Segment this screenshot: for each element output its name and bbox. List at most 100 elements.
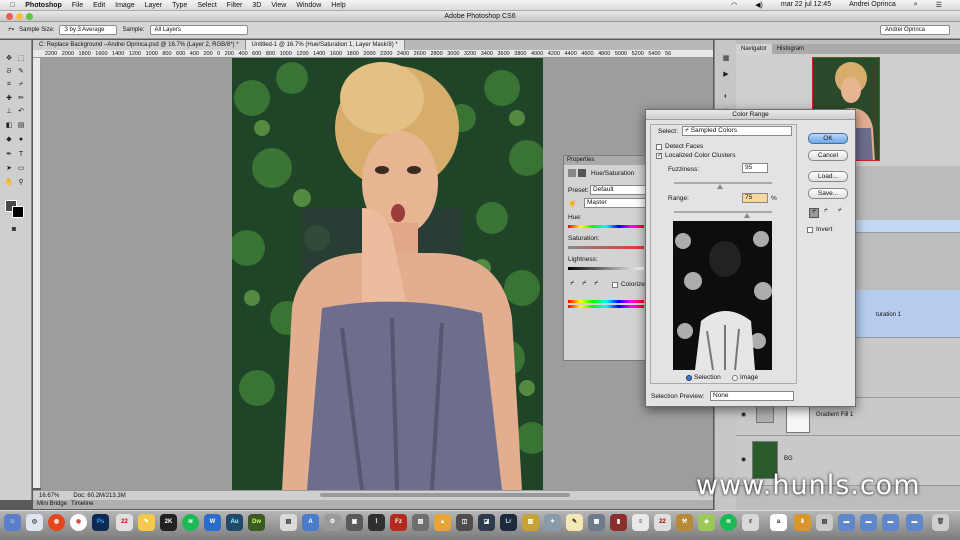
dodge-tool-icon[interactable]: ● (16, 135, 26, 144)
horizontal-scrollbar[interactable] (320, 493, 570, 497)
script-dock-icon[interactable]: ℓ (742, 514, 759, 531)
background-color-swatch[interactable] (12, 206, 24, 218)
zoom-window-button[interactable] (26, 13, 33, 20)
saturation-slider[interactable] (568, 246, 644, 249)
folder2-dock-icon[interactable]: ▬ (860, 514, 877, 531)
menu-3d[interactable]: 3D (252, 2, 261, 9)
preview-dock-icon[interactable]: ▤ (280, 514, 297, 531)
colorize-checkbox[interactable] (612, 282, 618, 288)
eyedropper-icon[interactable]: ⌿ (16, 80, 26, 89)
activity-monitor-dock-icon[interactable]: ⌇ (368, 514, 385, 531)
menu-image[interactable]: Image (115, 2, 134, 9)
shape-tool-icon[interactable]: ▭ (16, 164, 26, 173)
select-dropdown[interactable]: ⌿ Sampled Colors (682, 126, 792, 136)
camera-dock-icon[interactable]: ◪ (478, 514, 495, 531)
finder-dock-icon[interactable]: ☺ (4, 514, 21, 531)
filezilla-dock-icon[interactable]: Fz (390, 514, 407, 531)
utility-dock-icon[interactable]: ✦ (544, 514, 561, 531)
apple-menu-icon[interactable]:  (10, 2, 15, 9)
menubar-user[interactable]: Andrei Oprinca (849, 1, 896, 9)
trash-dock-icon[interactable]: 🗑 (932, 514, 949, 531)
wifi-icon[interactable]: ◠ (731, 1, 737, 9)
visibility-eye-icon[interactable]: ◉ (741, 411, 746, 418)
pen-tool-icon[interactable]: ✒ (4, 150, 14, 159)
spotlight-icon[interactable]: ⌕ (914, 1, 918, 9)
textedit-dock-icon[interactable]: ≡ (632, 514, 649, 531)
brush-tool-icon[interactable]: ✏ (16, 94, 26, 103)
swatches-panel-icon[interactable]: ◐ (721, 92, 731, 101)
sample-dropdown[interactable]: All Layers (149, 25, 248, 35)
target-hand-icon[interactable]: ☝ (568, 199, 577, 207)
photoshop-dock-icon[interactable]: Ps (92, 514, 109, 531)
selection-radio[interactable] (686, 375, 692, 381)
video-dock-icon[interactable]: ▮ (610, 514, 627, 531)
localized-clusters-checkbox[interactable]: ✓ (656, 153, 662, 159)
menu-type[interactable]: Type (172, 2, 187, 9)
eyedropper-icon[interactable]: ⌿ (809, 208, 819, 218)
calendar2-dock-icon[interactable]: 22 (654, 514, 671, 531)
zoom-tool-icon[interactable]: ⚲ (16, 178, 26, 187)
blur-tool-icon[interactable]: ◆ (4, 135, 14, 144)
archive-dock-icon[interactable]: ▧ (412, 514, 429, 531)
spotify-dock-icon[interactable]: ≋ (182, 514, 199, 531)
menu-help[interactable]: Help (331, 2, 345, 9)
word-dock-icon[interactable]: W (204, 514, 221, 531)
safari-dock-icon[interactable]: ◎ (26, 514, 43, 531)
lasso-tool-icon[interactable]: ᘐ (4, 67, 14, 76)
hue-slider[interactable] (568, 225, 644, 228)
audition-dock-icon[interactable]: Au (226, 514, 243, 531)
minimize-window-button[interactable] (16, 13, 23, 20)
image-capture-dock-icon[interactable]: ◫ (456, 514, 473, 531)
greenapp-dock-icon[interactable]: ◈ (698, 514, 715, 531)
image-radio[interactable] (732, 375, 738, 381)
eyedropper-minus-icon[interactable]: ⌿ (838, 208, 842, 215)
tab-histogram[interactable]: Histogram (772, 44, 809, 54)
tab-untitled-1[interactable]: Untitled-1 @ 16.7% (Hue/Saturation 1, La… (245, 40, 405, 50)
save-button[interactable]: Save... (808, 188, 848, 199)
fuzziness-input[interactable]: 95 (742, 163, 768, 173)
menu-window[interactable]: Window (296, 2, 321, 9)
lightroom-dock-icon[interactable]: Lr (500, 514, 517, 531)
dreamweaver-dock-icon[interactable]: Dw (248, 514, 265, 531)
invert-checkbox[interactable] (807, 227, 813, 233)
firefox-dock-icon[interactable]: ◍ (48, 514, 65, 531)
gradient-tool-icon[interactable]: ▤ (16, 121, 26, 130)
folder3-dock-icon[interactable]: ▬ (882, 514, 899, 531)
folder-dock-icon[interactable]: ▬ (838, 514, 855, 531)
fuzziness-slider-thumb[interactable] (717, 184, 723, 189)
detect-faces-checkbox[interactable] (656, 144, 662, 150)
range-slider-thumb[interactable] (744, 213, 750, 218)
menu-select[interactable]: Select (197, 2, 216, 9)
eyedropper-subtract-icon[interactable]: ⌿ (594, 280, 598, 288)
menu-filter[interactable]: Filter (227, 2, 243, 9)
document-image[interactable] (232, 58, 543, 490)
hand-tool-icon[interactable]: ✋ (4, 178, 14, 187)
tab-navigator[interactable]: Navigator (736, 44, 772, 54)
mask-icon[interactable] (578, 169, 586, 177)
range-input[interactable]: 75 (742, 193, 768, 203)
zoom-level[interactable]: 16.67% (39, 493, 59, 499)
spotify2-dock-icon[interactable]: ≋ (720, 514, 737, 531)
stickies-dock-icon[interactable]: ✎ (566, 514, 583, 531)
history-brush-icon[interactable]: ↶ (16, 107, 26, 116)
script-editor-dock-icon[interactable]: a (770, 514, 787, 531)
eyedropper-sample-icon[interactable]: ⌿ (570, 280, 574, 288)
quick-mask-icon[interactable]: ◙ (9, 225, 19, 234)
documents-dock-icon[interactable]: ▤ (816, 514, 833, 531)
folder4-dock-icon[interactable]: ▬ (906, 514, 923, 531)
preset-dropdown[interactable]: Default (590, 185, 646, 195)
history-panel-icon[interactable]: ▦ (721, 54, 731, 63)
2k-dock-icon[interactable]: 2K (160, 514, 177, 531)
menu-edit[interactable]: Edit (93, 2, 105, 9)
close-window-button[interactable] (6, 13, 13, 20)
app-menu[interactable]: Photoshop (25, 2, 62, 9)
quick-select-tool-icon[interactable]: ✎ (16, 67, 26, 76)
eraser-tool-icon[interactable]: ◧ (4, 121, 14, 130)
channel-dropdown[interactable]: Master (584, 198, 646, 208)
doc-size[interactable]: Doc: 60.2M/213.3M (73, 493, 125, 499)
eyedropper-tool-icon[interactable]: ⌿▾ (8, 27, 14, 34)
eyedropper-plus-icon[interactable]: ⌿ (824, 208, 828, 215)
notes-dock-icon[interactable]: ✎ (138, 514, 155, 531)
lightness-slider[interactable] (568, 267, 644, 270)
path-select-icon[interactable]: ➤ (4, 164, 14, 173)
